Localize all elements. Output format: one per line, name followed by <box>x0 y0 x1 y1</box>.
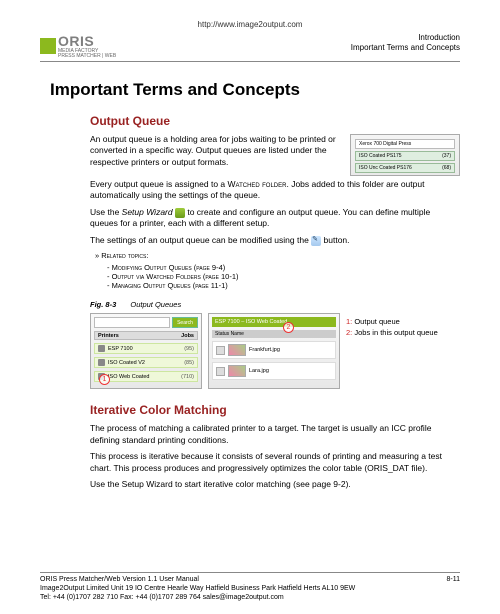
footer-address: Image2Output Limited Unit 19 IO Centre H… <box>40 584 460 593</box>
footer-doc-title: ORIS Press Matcher/Web Version 1.1 User … <box>40 575 199 584</box>
logo-mark-icon <box>40 38 56 54</box>
ff-row-name: Xerox 700 Digital Press <box>359 141 411 148</box>
source-url: http://www.image2output.com <box>40 20 460 29</box>
ff-row-name: ISO Coated PS175 <box>359 153 402 160</box>
fig-legend: 1: Output queue 2: Jobs in this output q… <box>346 317 438 389</box>
header-chapter: Introduction <box>351 33 460 43</box>
printers-head: Printers <box>98 333 119 339</box>
fig-label: Fig. 8-3 <box>90 300 116 309</box>
search-input[interactable] <box>94 317 170 328</box>
printer-icon <box>98 345 105 352</box>
fig-caption-text: Output Queues <box>130 300 181 309</box>
logo-brand: ORIS <box>58 33 116 49</box>
search-button[interactable]: Search <box>172 317 198 328</box>
job-name: Lara.jpg <box>249 368 269 374</box>
jobs-head: Jobs <box>181 333 194 339</box>
section-output-queue-title: Output Queue <box>90 114 460 128</box>
job-row[interactable]: Lara.jpg <box>212 362 336 380</box>
ff-row-count: (68) <box>442 165 451 172</box>
page-header: ORIS MEDIA FACTORY PRESS MATCHER | WEB I… <box>40 33 460 62</box>
edit-icon <box>311 236 321 246</box>
job-name: Frankfurt.jpg <box>249 347 280 353</box>
page-title: Important Terms and Concepts <box>50 80 460 100</box>
p2a: Every output queue is assigned to a <box>90 179 228 189</box>
related-link-1: - Modifying Output Queues (page 9-4) <box>107 263 460 272</box>
queue-count: (710) <box>181 374 194 380</box>
job-action-icon[interactable] <box>216 346 225 355</box>
p2-watched: Watched folder <box>228 179 287 189</box>
icm-p3: Use the Setup Wizard to start iterative … <box>90 479 460 490</box>
footer-page-number: 8-11 <box>447 575 461 584</box>
jobs-columns: Status Name <box>215 331 244 337</box>
queue-count: (85) <box>184 360 194 366</box>
output-queue-thumb: Xerox 700 Digital Press ISO Coated PS175… <box>350 134 460 176</box>
footer-contact: Tel: +44 (0)1707 282 710 Fax: +44 (0)170… <box>40 593 460 602</box>
queue-row[interactable]: ISO Coated V2 (85) <box>94 357 198 368</box>
icm-p1: The process of matching a calibrated pri… <box>90 423 460 446</box>
ff-row-count: (37) <box>442 153 451 160</box>
logo-sub2: PRESS MATCHER | WEB <box>58 54 116 59</box>
queue-name: ISO Web Coated <box>108 374 149 380</box>
printer-name: ESP 7100 <box>108 346 133 352</box>
legend-text-1: Output queue <box>352 317 400 326</box>
related-link-2: - Output via Watched Folders (page 10-1) <box>107 272 460 281</box>
section-iterative-title: Iterative Color Matching <box>90 403 460 417</box>
job-action-icon[interactable] <box>216 367 225 376</box>
queue-title: ESP 7100 – ISO Web Coated <box>212 317 336 327</box>
fig-right-panel: ESP 7100 – ISO Web Coated Status Name Fr… <box>208 313 340 389</box>
related-link-3: - Managing Output Queues (page 11-1) <box>107 281 460 290</box>
queue-name: ISO Coated V2 <box>108 360 145 366</box>
p3-setup: Setup Wizard <box>122 207 173 217</box>
callout-1-icon: 1 <box>99 374 110 385</box>
wizard-icon <box>175 208 185 218</box>
fig-left-panel: Search Printers Jobs ESP 7100 (95) ISO Coa… <box>90 313 202 389</box>
logo: ORIS MEDIA FACTORY PRESS MATCHER | WEB <box>40 33 116 59</box>
p1: An output queue is a holding area for jo… <box>90 134 336 167</box>
ff-row-name: ISO Unc Coated PS176 <box>359 165 412 172</box>
printer-count: (95) <box>184 346 194 352</box>
related-title: » Related topics: <box>95 251 148 260</box>
p4a: The settings of an output queue can be m… <box>90 235 311 245</box>
legend-text-2: Jobs in this output queue <box>352 328 437 337</box>
job-thumb-icon <box>228 365 246 377</box>
icm-p2: This process is iterative because it con… <box>90 451 460 474</box>
figure-output-queues: Search Printers Jobs ESP 7100 (95) ISO Coa… <box>90 313 460 389</box>
job-row[interactable]: Frankfurt.jpg <box>212 341 336 359</box>
p4b: button. <box>321 235 349 245</box>
p3a: Use the <box>90 207 122 217</box>
queue-icon <box>98 359 105 366</box>
job-thumb-icon <box>228 344 246 356</box>
page-footer: ORIS Press Matcher/Web Version 1.1 User … <box>40 572 460 602</box>
printer-row[interactable]: ESP 7100 (95) <box>94 343 198 354</box>
header-section: Important Terms and Concepts <box>351 43 460 53</box>
